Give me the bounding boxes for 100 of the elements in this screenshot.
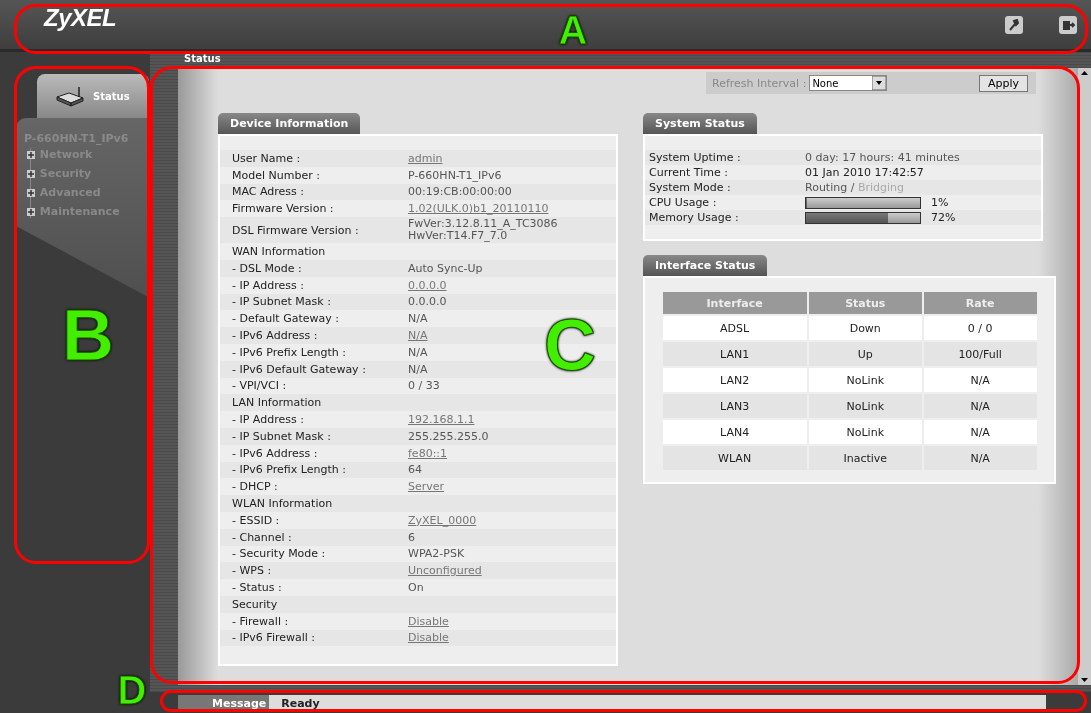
field-label: - Firewall : [232, 614, 290, 628]
field-value: 0 / 33 [408, 379, 440, 393]
mode-option: Bridging [857, 181, 904, 194]
field-label: - ESSID : [232, 513, 281, 527]
value-link[interactable]: 0.0.0.0 [408, 278, 447, 292]
apply-button[interactable]: Apply [978, 74, 1028, 92]
field-label: - Status : [232, 581, 283, 594]
table-cell: NoLink [808, 394, 922, 418]
field-label: CPU Usage : [649, 196, 718, 209]
field-value: 255.255.255.0 [408, 429, 489, 443]
field-label: - IPv6 Address : [232, 329, 319, 343]
field-value: 01 Jan 2010 17:42:57 [805, 166, 924, 179]
field-value: P-660HN-T1_IPv6 [408, 168, 502, 182]
wrench-icon[interactable] [1005, 15, 1023, 34]
field-label: User Name : [232, 151, 302, 165]
table-cell: NoLink [808, 420, 922, 444]
field-label: Memory Usage : [649, 211, 740, 224]
field-value: WPA2-PSK [408, 547, 465, 561]
dropdown-arrow-icon[interactable] [872, 76, 887, 90]
field-label: Current Time : [649, 166, 729, 179]
field-label: - IP Address : [232, 413, 305, 427]
router-icon [55, 85, 85, 107]
field-value: 00:19:CB:00:00:00 [408, 185, 512, 199]
value-link[interactable]: ZyXEL_0000 [408, 513, 477, 527]
field-label: System Mode : [649, 181, 732, 194]
field-label: - Channel : [232, 530, 293, 544]
field-value: FwVer:3.12.8.11_A_TC3086 HwVer:T14.F7_7.0 [408, 218, 558, 243]
section-heading: Security [232, 597, 278, 611]
field-label: - IPv6 Prefix Length : [232, 345, 347, 359]
field-label: DSL Firmware Version : [232, 223, 360, 237]
mode-option: Routing [805, 181, 848, 194]
field-label: - IP Address : [232, 278, 305, 292]
table-cell: Down [808, 316, 922, 340]
value-link[interactable]: Disable [408, 631, 449, 645]
value-link[interactable]: 1.02(ULK.0)b1_20110110 [408, 202, 549, 216]
section-heading: WLAN Information [232, 497, 333, 511]
table-cell: WLAN [662, 446, 807, 470]
field-label: System Uptime : [649, 151, 742, 164]
field-value: On [408, 581, 424, 594]
table-cell: Up [808, 342, 922, 366]
value-link[interactable]: fe80::1 [408, 446, 448, 460]
column-header: Status [808, 292, 922, 314]
field-label: MAC Adress : [232, 185, 306, 199]
table-cell: LAN4 [662, 420, 807, 444]
field-value: 0 day: 17 hours: 41 minutes [805, 151, 960, 164]
value-link[interactable]: Server [408, 480, 445, 494]
field-value: 6 [408, 530, 415, 544]
value-link[interactable]: Unconfigured [408, 564, 482, 578]
callout-letter: A [558, 10, 588, 50]
value-link[interactable]: admin [408, 151, 443, 165]
field-label: - Default Gateway : [232, 312, 340, 326]
expand-icon[interactable] [27, 169, 35, 178]
field-label: Model Number : [232, 168, 321, 182]
field-label: - IP Subnet Mask : [232, 429, 332, 443]
field-label: - Security Mode : [232, 547, 327, 561]
expand-icon[interactable] [27, 188, 35, 197]
section-heading: WAN Information [232, 245, 326, 259]
table-cell: NoLink [808, 368, 922, 392]
value-link[interactable]: 192.168.1.1 [408, 413, 475, 427]
separator: / [849, 181, 856, 194]
usage-reading: 1% [931, 196, 949, 209]
table-cell: LAN3 [662, 394, 807, 418]
field-label: - DHCP : [232, 480, 279, 494]
field-label: - DSL Mode : [232, 261, 303, 275]
value-link[interactable]: N/A [408, 329, 428, 343]
table-cell: N/A [923, 420, 1037, 444]
table-cell: LAN1 [662, 342, 807, 366]
status-tab[interactable]: Status [37, 74, 149, 118]
usage-reading: 72% [931, 211, 956, 224]
refresh-label: Refresh Interval : [712, 76, 807, 90]
field-value: 64 [408, 463, 422, 477]
callout-letter: C [544, 309, 596, 381]
field-label: - IPv6 Default Gateway : [232, 362, 367, 376]
refresh-dropdown[interactable]: None [809, 75, 888, 91]
field-value: N/A [408, 312, 428, 326]
column-header: Rate [923, 292, 1037, 314]
expand-icon[interactable] [27, 207, 35, 216]
field-label: - IPv6 Firewall : [232, 631, 317, 645]
column-header: Interface [662, 292, 807, 314]
message-text: Ready [280, 696, 320, 710]
table-cell: ADSL [662, 316, 807, 340]
callout-letter: D [117, 670, 147, 710]
field-label: Firmware Version : [232, 202, 335, 216]
table-cell: N/A [923, 446, 1037, 470]
section-heading: LAN Information [232, 396, 322, 410]
field-value: N/A [408, 345, 428, 359]
field-label: - IP Subnet Mask : [232, 295, 332, 309]
table-cell: N/A [923, 368, 1037, 392]
field-label: - VPI/VCI : [232, 379, 288, 393]
field-label: - WPS : [232, 564, 273, 578]
breadcrumb: Status [184, 53, 221, 64]
table-cell: 0 / 0 [923, 316, 1037, 340]
field-label: - IPv6 Address : [232, 446, 319, 460]
table-cell: N/A [923, 394, 1037, 418]
logout-icon[interactable] [1059, 15, 1077, 34]
field-value: Auto Sync-Up [408, 261, 483, 275]
expand-icon[interactable] [27, 150, 35, 159]
callout-letter: B [62, 299, 114, 371]
value-link[interactable]: Disable [408, 614, 449, 628]
field-value: N/A [408, 362, 428, 376]
